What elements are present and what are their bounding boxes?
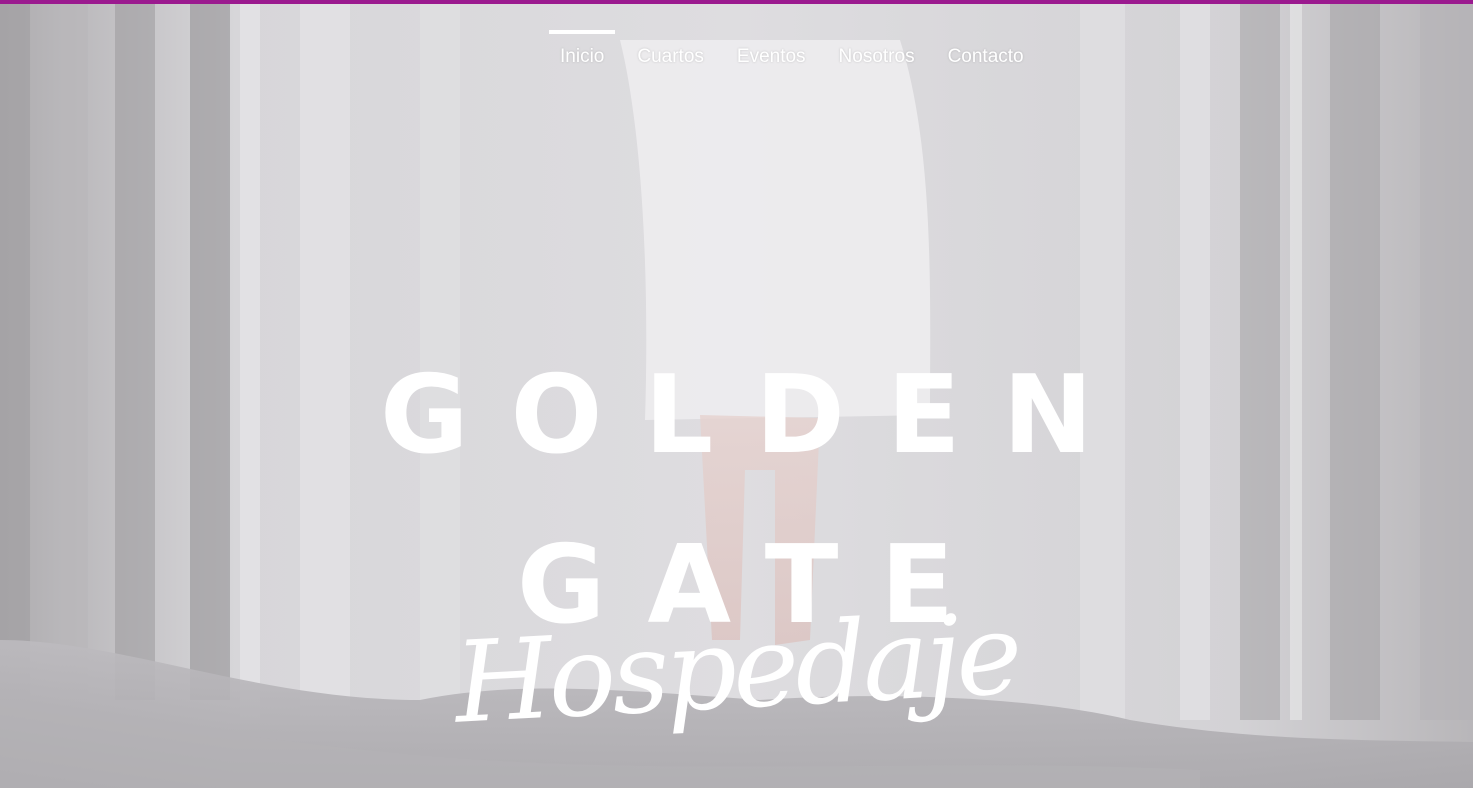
nav-item-eventos[interactable]: Eventos <box>726 30 817 68</box>
nav-item-inicio[interactable]: Inicio <box>549 30 616 68</box>
main-navigation: Inicio Cuartos Eventos Nosotros Contacto <box>549 30 1046 68</box>
nav-item-contacto[interactable]: Contacto <box>937 30 1035 68</box>
top-accent-bar <box>0 0 1473 4</box>
nav-item-cuartos[interactable]: Cuartos <box>626 30 715 68</box>
hero-title-golden: GOLDEN <box>379 353 1136 478</box>
page: Inicio Cuartos Eventos Nosotros Contacto… <box>0 0 1473 788</box>
nav-item-nosotros[interactable]: Nosotros <box>828 30 926 68</box>
